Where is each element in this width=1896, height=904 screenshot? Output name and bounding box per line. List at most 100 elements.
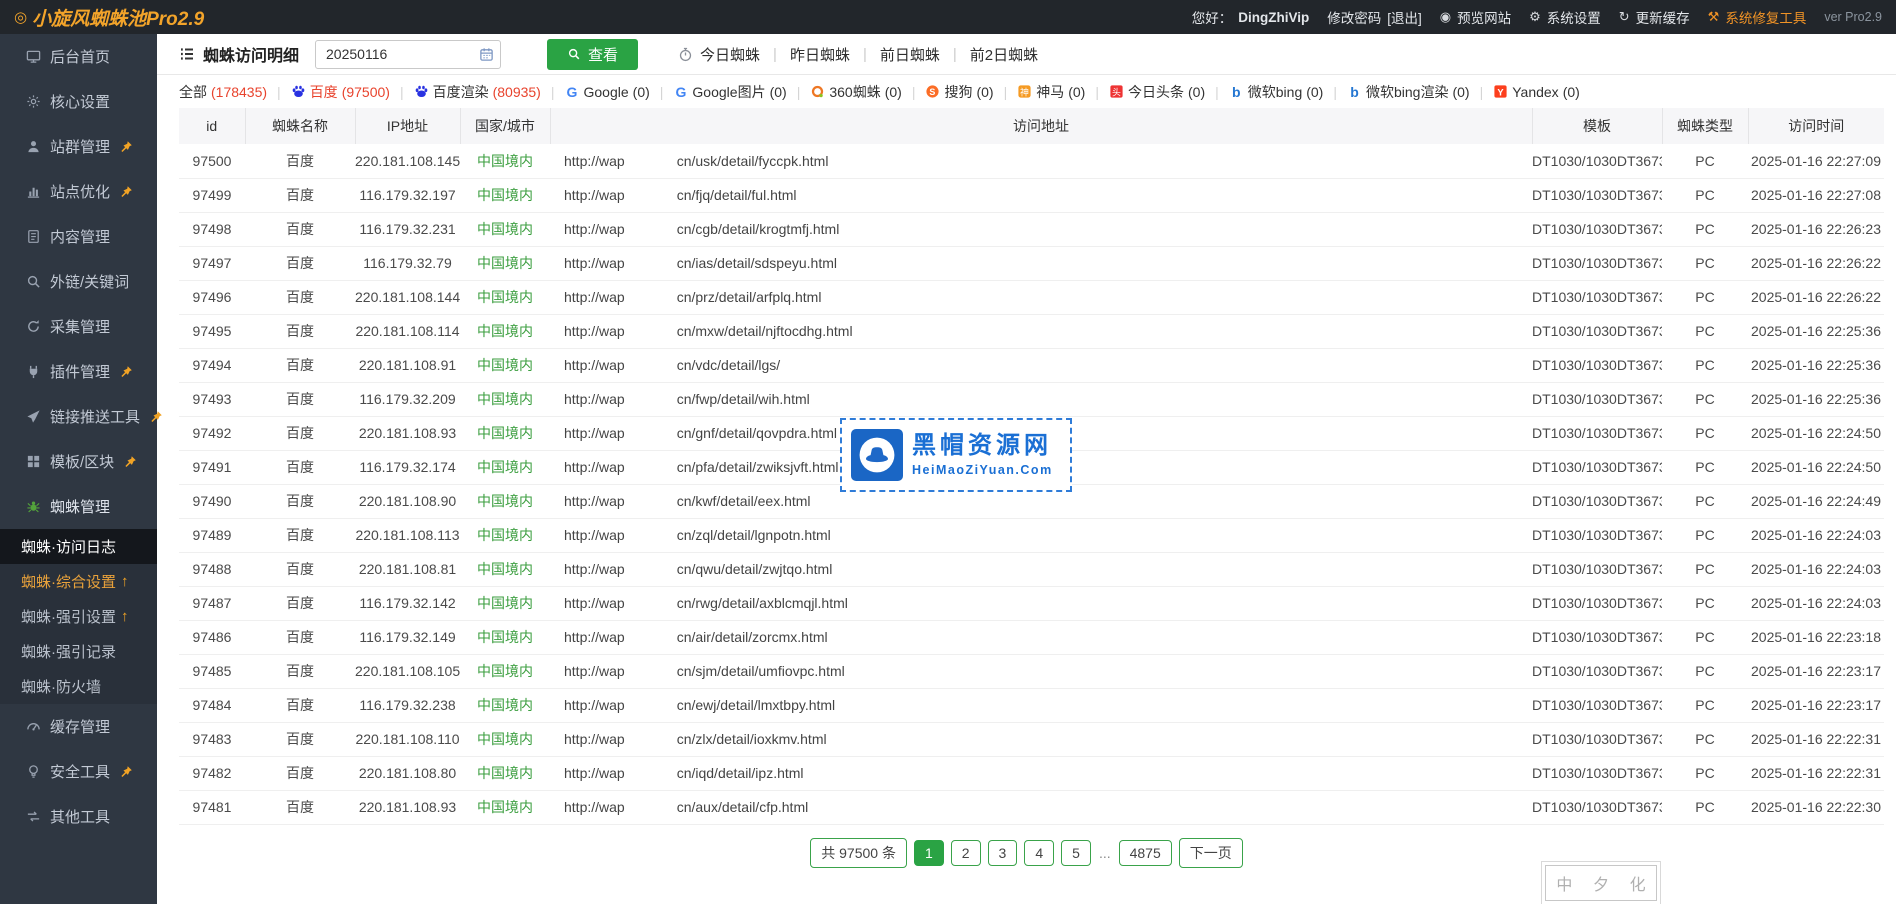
table-row: 97486 百度 116.179.32.149 中国境内 http://wapc… [179, 620, 1884, 654]
filter-separator: | [912, 84, 916, 100]
change-password-link[interactable]: 修改密码 [1327, 7, 1381, 27]
cell-spider-type: PC [1662, 246, 1748, 280]
cell-ip: 220.181.108.110 [355, 722, 460, 756]
page-button-3[interactable]: 3 [988, 840, 1018, 866]
cell-spider-type: PC [1662, 280, 1748, 314]
spider-filter[interactable]: 头 今日头条 (0) [1109, 82, 1205, 102]
app-title: 小旋风蜘蛛池Pro2.9 [32, 4, 204, 31]
col-ip: IP地址 [355, 108, 460, 144]
sidebar-item[interactable]: 内容管理 [0, 214, 157, 259]
cell-ip: 116.179.32.174 [355, 450, 460, 484]
cell-ip: 220.181.108.80 [355, 756, 460, 790]
date-input[interactable] [315, 40, 501, 69]
cell-visit-time: 2025-01-16 22:27:08 [1748, 178, 1884, 212]
cell-url: http://wapcn/mxw/detail/njftocdhg.html [550, 314, 1532, 348]
cell-spider-name: 百度 [245, 314, 355, 348]
cell-template: DT1030/1030DT3673 [1532, 620, 1662, 654]
tab-1[interactable]: 今日蜘蛛 [700, 44, 760, 65]
page-button-4875[interactable]: 4875 [1119, 840, 1172, 866]
cell-spider-name: 百度 [245, 790, 355, 824]
view-button[interactable]: 查看 [547, 39, 638, 70]
cell-ip: 220.181.108.91 [355, 348, 460, 382]
censored-domain [625, 291, 677, 305]
360-icon [810, 84, 825, 99]
sidebar-item[interactable]: 站群管理 [0, 124, 157, 169]
gear-icon: ⚙ [1529, 9, 1541, 25]
system-settings-link[interactable]: ⚙ 系统设置 [1529, 7, 1601, 27]
cell-spider-name: 百度 [245, 144, 355, 178]
sidebar-item[interactable]: 模板/区块 [0, 439, 157, 484]
cell-id: 97491 [179, 450, 245, 484]
watermark-subtitle: HeiMaoZiYuan.Com [912, 463, 1053, 477]
sidebar-subitem[interactable]: 蜘蛛·强引设置 ↑ [0, 599, 157, 634]
cell-ip: 220.181.108.93 [355, 790, 460, 824]
table-row: 97496 百度 220.181.108.144 中国境内 http://wap… [179, 280, 1884, 314]
sidebar-item[interactable]: 安全工具 [0, 749, 157, 794]
sidebar-item[interactable]: 采集管理 [0, 304, 157, 349]
sidebar-subitem[interactable]: 蜘蛛·综合设置 ↑ [0, 564, 157, 599]
cell-region: 中国境内 [460, 756, 550, 790]
censored-domain [625, 223, 677, 237]
spider-filter[interactable]: b 微软bing渲染 (0) [1347, 82, 1470, 102]
page-button-1[interactable]: 1 [914, 840, 944, 866]
cell-template: DT1030/1030DT3673 [1532, 790, 1662, 824]
cell-spider-name: 百度 [245, 246, 355, 280]
spider-filter[interactable]: S 搜狗 (0) [925, 82, 993, 102]
bing-icon: b [1347, 84, 1362, 99]
spider-icon [25, 499, 41, 515]
filter-separator: | [1004, 84, 1008, 100]
update-cache-link[interactable]: ↻ 更新缓存 [1619, 7, 1690, 27]
cell-id: 97483 [179, 722, 245, 756]
filter-separator: | [797, 84, 801, 100]
version-label: ver Pro2.9 [1824, 10, 1882, 24]
tab-3[interactable]: 前日蜘蛛 [880, 44, 940, 65]
filter-separator: | [1480, 84, 1484, 100]
search-icon [25, 274, 41, 290]
cell-id: 97498 [179, 212, 245, 246]
sidebar-subitem[interactable]: 蜘蛛·访问日志 [0, 529, 157, 564]
sidebar-item[interactable]: 缓存管理 [0, 704, 157, 749]
sidebar-item[interactable]: 外链/关键词 [0, 259, 157, 304]
spider-filter[interactable]: 全部 (178435) [179, 82, 267, 102]
tab-4[interactable]: 前2日蜘蛛 [970, 44, 1038, 65]
page-button-4[interactable]: 4 [1024, 840, 1054, 866]
cell-visit-time: 2025-01-16 22:25:36 [1748, 314, 1884, 348]
preview-site-link[interactable]: ◉ 预览网站 [1440, 7, 1511, 27]
next-page-button[interactable]: 下一页 [1179, 838, 1243, 868]
table-row: 97500 百度 220.181.108.145 中国境内 http://wap… [179, 144, 1884, 178]
sidebar-item[interactable]: 蜘蛛管理 [0, 484, 157, 529]
sidebar-item[interactable]: 后台首页 [0, 34, 157, 79]
tab-2[interactable]: 昨日蜘蛛 [790, 44, 850, 65]
spider-filter[interactable]: 百度渲染 (80935) [414, 82, 541, 102]
spider-filter[interactable]: b 微软bing (0) [1229, 82, 1324, 102]
page-button-2[interactable]: 2 [951, 840, 981, 866]
sidebar-item[interactable]: 插件管理 [0, 349, 157, 394]
refresh-icon: ↻ [1619, 9, 1630, 25]
cell-ip: 220.181.108.113 [355, 518, 460, 552]
spider-filter[interactable]: Y Yandex (0) [1493, 84, 1580, 100]
spider-filter[interactable]: 神 神马 (0) [1017, 82, 1085, 102]
repair-tool-link[interactable]: ⚒ 系统修复工具 [1708, 7, 1807, 27]
sidebar-item[interactable]: 链接推送工具 [0, 394, 157, 439]
logout-link[interactable]: [退出] [1387, 7, 1422, 27]
cell-visit-time: 2025-01-16 22:26:22 [1748, 280, 1884, 314]
cell-visit-time: 2025-01-16 22:27:09 [1748, 144, 1884, 178]
sidebar-item[interactable]: 核心设置 [0, 79, 157, 124]
sidebar-subitem[interactable]: 蜘蛛·强引记录 [0, 634, 157, 669]
censored-domain [625, 427, 677, 441]
spider-filter[interactable]: G Google (0) [565, 84, 650, 100]
sidebar-item[interactable]: 其他工具 [0, 794, 157, 839]
spider-filter[interactable]: G Google图片 (0) [673, 82, 786, 102]
cell-template: DT1030/1030DT3673 [1532, 212, 1662, 246]
spider-filter[interactable]: 百度 (97500) [291, 82, 390, 102]
page-button-5[interactable]: 5 [1061, 840, 1091, 866]
sidebar-item[interactable]: 站点优化 [0, 169, 157, 214]
censored-domain [625, 699, 677, 713]
svg-text:S: S [930, 87, 936, 97]
cell-template: DT1030/1030DT3673 [1532, 688, 1662, 722]
document-icon [25, 229, 41, 245]
cell-id: 97499 [179, 178, 245, 212]
cell-template: DT1030/1030DT3673 [1532, 144, 1662, 178]
spider-filter[interactable]: 360蜘蛛 (0) [810, 82, 901, 102]
sidebar-subitem[interactable]: 蜘蛛·防火墙 [0, 669, 157, 704]
